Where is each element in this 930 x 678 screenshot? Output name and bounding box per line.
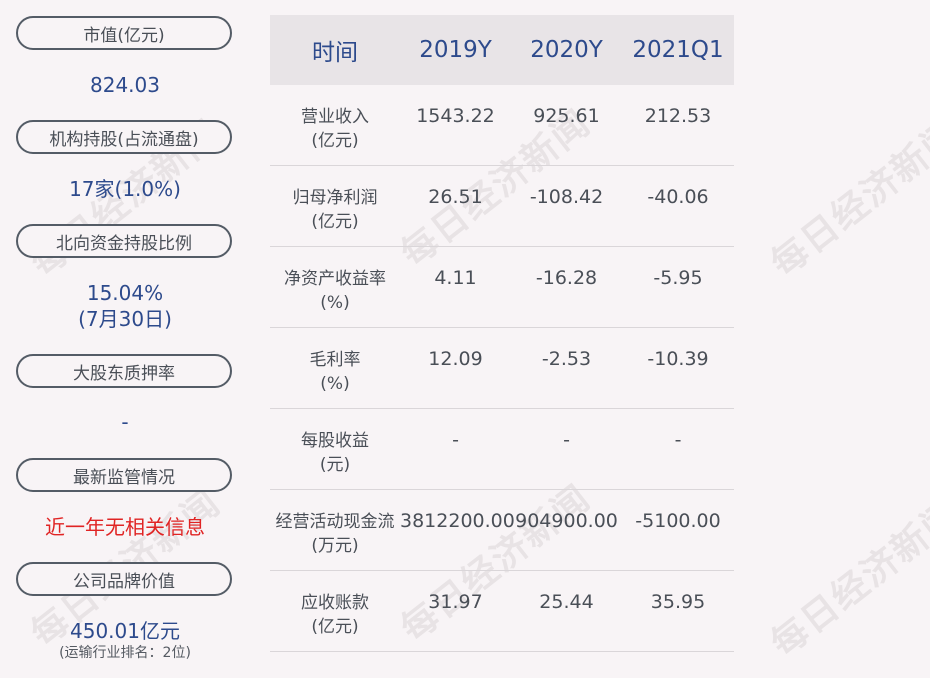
institution-holding-value: 17家(1.0%)	[69, 177, 181, 201]
watermark: 每日经济新闻	[763, 112, 930, 286]
row-label: 净资产收益率 (%)	[284, 269, 386, 313]
table-row: 毛利率 (%) 12.09 -2.53 -10.39	[270, 328, 734, 409]
regulatory-label: 最新监管情况	[16, 458, 232, 492]
brand-value-value: 450.01亿元 (运输行业排名：2位)	[0, 618, 250, 662]
table-cell: 925.61	[533, 105, 600, 127]
table-cell: -5100.00	[635, 510, 721, 532]
table-row: 营业收入 (亿元) 1543.22 925.61 212.53	[270, 85, 734, 166]
table-cell: 1543.22	[416, 105, 495, 127]
table-cell: 12.09	[428, 348, 483, 370]
header-period: 时间	[312, 40, 358, 66]
left-metrics-panel: 市值(亿元) 824.03 机构持股(占流通盘) 17家(1.0%) 北向资金持…	[0, 0, 250, 678]
table-cell: -40.06	[647, 186, 709, 208]
table-cell: -5.95	[653, 267, 703, 289]
northbound-ratio-date: (7月30日)	[78, 307, 172, 331]
table-header: 时间 2019Y 2020Y 2021Q1	[270, 15, 734, 85]
table-cell: 26.51	[428, 186, 483, 208]
header-2019y: 2019Y	[419, 37, 492, 63]
table-cell: -16.28	[535, 267, 598, 289]
table-cell: 31.97	[428, 591, 483, 613]
table-cell: -10.39	[647, 348, 709, 370]
table-row: 净资产收益率 (%) 4.11 -16.28 -5.95	[270, 247, 734, 328]
row-label: 归母净利润 (亿元)	[292, 188, 378, 232]
table-cell: 212.53	[644, 105, 712, 127]
table-row: 归母净利润 (亿元) 26.51 -108.42 -40.06	[270, 166, 734, 247]
table-cell: 3812200.00	[400, 510, 515, 532]
table-row: 经营活动现金流 (万元) 3812200.00 904900.00 -5100.0…	[270, 490, 734, 571]
table-cell: -2.53	[541, 348, 592, 370]
row-label: 每股收益 (元)	[301, 431, 369, 475]
brand-value-label: 公司品牌价值	[16, 562, 232, 596]
pledge-ratio-label: 大股东质押率	[16, 354, 232, 388]
brand-value-rank: (运输行业排名：2位)	[59, 645, 191, 661]
watermark: 每日经济新闻	[763, 492, 930, 666]
table-cell: -	[452, 429, 459, 451]
table-cell: 25.44	[539, 591, 594, 613]
header-2021q1: 2021Q1	[632, 37, 724, 63]
table-cell: 35.95	[650, 591, 706, 613]
northbound-ratio-label: 北向资金持股比例	[16, 224, 232, 258]
brand-value-amount: 450.01亿元	[70, 619, 180, 643]
northbound-ratio-value: 15.04%	[86, 281, 164, 305]
pledge-ratio-value: -	[121, 410, 129, 434]
table-cell: 904900.00	[515, 510, 618, 532]
table-cell: 4.11	[434, 267, 477, 289]
row-label: 毛利率 (%)	[309, 350, 361, 394]
row-label: 营业收入 (亿元)	[301, 107, 369, 151]
regulatory-value: 近一年无相关信息	[45, 515, 205, 539]
table-cell: -	[563, 429, 570, 451]
row-label: 应收账款 (亿元)	[301, 593, 369, 637]
row-label: 经营活动现金流 (万元)	[275, 512, 395, 556]
table-cell: -	[674, 429, 682, 451]
header-2020y: 2020Y	[530, 37, 603, 63]
financial-table: 时间 2019Y 2020Y 2021Q1 营业收入 (亿元) 1543.22 9…	[270, 15, 734, 652]
institution-holding-label: 机构持股(占流通盘)	[16, 120, 232, 154]
market-cap-value: 824.03	[90, 73, 160, 97]
table-cell: -108.42	[529, 186, 604, 208]
table-row: 每股收益 (元) - - -	[270, 409, 734, 490]
table-row: 应收账款 (亿元) 31.97 25.44 35.95	[270, 571, 734, 652]
market-cap-label: 市值(亿元)	[16, 16, 232, 50]
